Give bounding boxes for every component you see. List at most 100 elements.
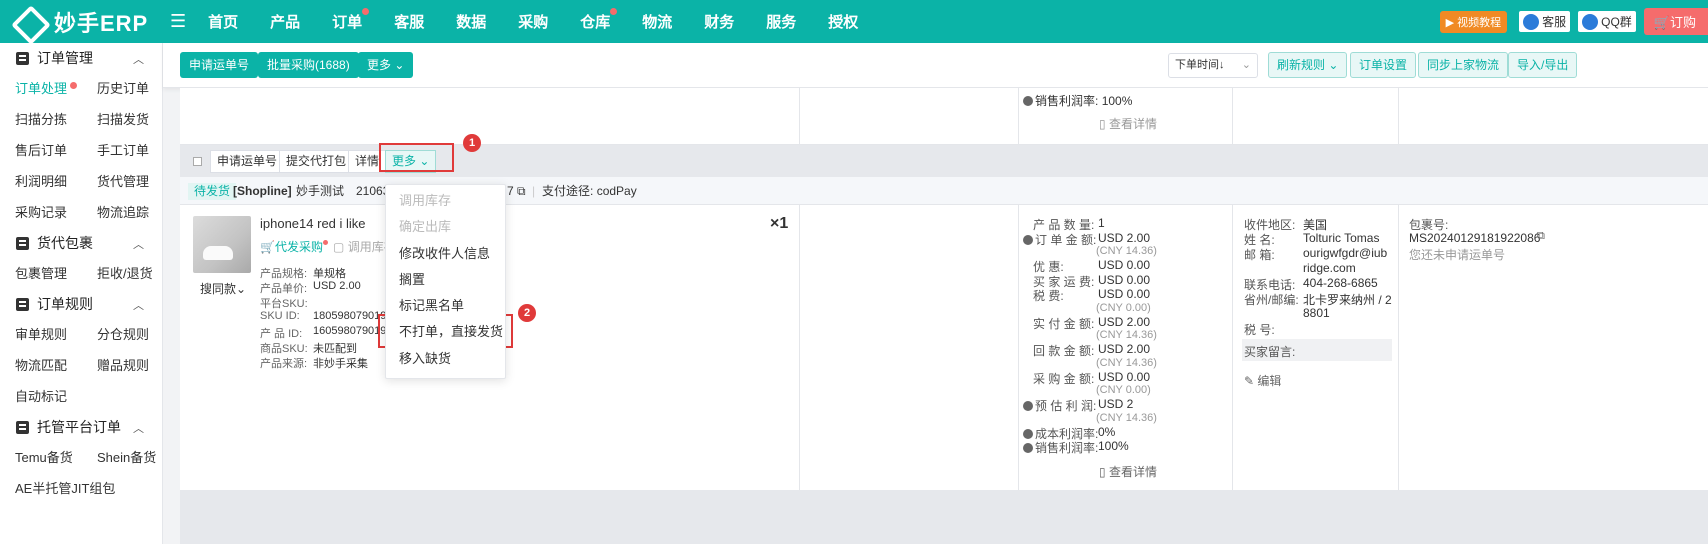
sidebar-section[interactable]: 货代包裹 ︿ [0,228,162,258]
sidebar-item[interactable]: 审单规则 [15,319,97,350]
sidebar-item-label: Shein备货 [97,450,157,465]
nav-item[interactable]: 财务 [704,11,734,32]
sidebar-item[interactable]: 扫描发货 [97,104,162,135]
copy-icon[interactable]: ⧉ [1537,230,1545,243]
sidebar-item[interactable]: 利润明细 [15,166,97,197]
fee-label-text: 回 款 金 额: [1033,344,1095,358]
qq-group-button[interactable]: QQ群 [1578,11,1636,32]
sidebar-item[interactable]: 分仓规则 [97,319,162,350]
view-details-link[interactable]: ▯ 查看详情 [1099,463,1157,480]
sidebar-section-items: 包裹管理 拒收/退货 [0,258,162,289]
state-label: 省州/邮编: [1244,293,1299,307]
sidebar-item[interactable]: AE半托管JIT组包 [15,473,115,504]
video-tutorial-button[interactable]: ▶ 视频教程 [1439,10,1508,33]
dropdown-item[interactable]: 移入缺货 [386,346,505,372]
sidebar-item[interactable]: 售后订单 [15,135,97,166]
sync-logistics-button[interactable]: 同步上家物流 [1418,52,1509,78]
subscribe-button[interactable]: 🛒订购 [1643,8,1708,35]
sort-select[interactable]: 下单时间↓ ⌄ [1168,53,1258,78]
help-circle-icon [1023,96,1033,106]
product-name[interactable]: iphone14 red i like [260,216,366,231]
refresh-rules-button[interactable]: 刷新规则 ⌄ [1268,52,1348,78]
nav-item[interactable]: 物流 [642,11,672,32]
spec-label: 商品SKU: [260,343,308,355]
nav-item[interactable]: 客服 [394,11,424,32]
sidebar-item-label: 扫描分拣 [15,112,68,127]
prev-view-details-link[interactable]: ▯ 查看详情 [1099,115,1157,132]
sidebar-item[interactable]: 物流追踪 [97,197,162,228]
find-same-button[interactable]: 搜同款⌄ [200,280,246,297]
import-export-button[interactable]: 导入/导出 [1508,52,1578,78]
app-root: 妙手ERP ☰ 首页 产品 订单 客服 数据 采购 仓库 物流 财务 服务 授权 ▶ 视频教程 客服… [0,0,1708,544]
fee-value: USD 2.00 [1098,342,1151,356]
cart-icon: 🛒 [1653,15,1670,30]
sidebar-item[interactable]: 采购记录 [15,197,97,228]
qq-penguin-icon [1523,13,1540,30]
prev-margin-row: 销售利润率: 100% [1023,92,1132,109]
payment-label: 支付途径: [542,184,594,198]
copy-icon[interactable]: ⧉ [517,177,526,205]
sidebar-item[interactable]: 货代管理 [97,166,162,197]
subscribe-label: 订购 [1669,15,1696,30]
help-circle-icon [1023,234,1033,245]
nav-item[interactable]: 订单 [332,8,370,32]
fee-label: 预 估 利 润: [1023,397,1096,414]
order-settings-button[interactable]: 订单设置 [1350,52,1417,78]
dropdown-item[interactable]: 标记黑名单 [386,293,505,319]
order-select-checkbox[interactable] [193,157,202,166]
tax-label: 税 号: [1244,323,1275,337]
sidebar-item[interactable]: 物流匹配 [15,350,97,381]
sidebar-item-label: Temu备货 [15,450,73,465]
fee-label: 实 付 金 额: [1033,315,1094,332]
cart-icon: 🛒 [260,240,275,254]
hamburger-menu-icon[interactable]: ☰ [170,11,186,32]
nav-item[interactable]: 授权 [828,11,858,32]
nav-item[interactable]: 采购 [518,11,548,32]
spec-label: 平台SKU: [260,298,308,310]
dropdown-item[interactable]: 不打单，直接发货 [386,319,505,345]
fee-value: 1 [1098,216,1105,230]
sidebar-item[interactable]: 历史订单 [97,73,162,104]
toolbar-more-button[interactable]: 更多 ⌄ [358,52,414,78]
sidebar-section[interactable]: 托管平台订单 ︿ [0,412,162,442]
edit-buyer-button[interactable]: ✎ 编辑 [1244,372,1281,389]
sidebar-item[interactable]: 订单处理 [15,73,97,104]
bulk-purchase-button[interactable]: 批量采购(1688) [258,52,359,78]
sidebar-item[interactable]: Shein备货 [97,442,162,473]
sidebar-section[interactable]: 订单规则 ︿ [0,289,162,319]
email-value: ourigwfgdr@iub [1303,246,1388,260]
nav-item[interactable]: 产品 [270,11,300,32]
sidebar-item[interactable]: 手工订单 [97,135,162,166]
sidebar-item-label: 订单处理 [15,81,68,96]
nav-item[interactable]: 服务 [766,11,796,32]
apply-tracking-button[interactable]: 申请运单号 [180,52,259,78]
sidebar-item[interactable]: 赠品规则 [97,350,162,381]
fee-value: USD 2.00 [1098,314,1151,329]
logo[interactable]: 妙手ERP [14,6,164,38]
sidebar-item[interactable]: 包裹管理 [15,258,97,289]
fee-label: 订 单 金 额: [1023,231,1096,248]
help-circle-icon [1023,443,1033,453]
submit-packing-button[interactable]: 提交代打包 [279,150,354,173]
nav-item[interactable]: 仓库 [580,8,618,32]
fee-value: USD 2.00 [1098,230,1151,245]
sidebar-item[interactable]: 拒收/退货 [97,258,162,289]
dropship-purchase-link[interactable]: 🛒代发采购 [260,238,328,255]
customer-service-button[interactable]: 客服 [1519,11,1571,32]
sort-select-value: 下单时间↓ [1175,59,1225,71]
sidebar-item[interactable]: Temu备货 [15,442,97,473]
nav-item[interactable]: 首页 [208,11,238,32]
apply-tracking-order-button[interactable]: 申请运单号 [210,150,285,173]
sidebar-item-label: 历史订单 [97,81,150,96]
sidebar-section[interactable]: 订单管理 ︿ [0,43,162,73]
sidebar-item-label: 物流匹配 [15,358,68,373]
dropdown-item[interactable]: 搁置 [386,267,505,293]
sidebar-item[interactable]: 扫描分拣 [15,104,97,135]
nav-item[interactable]: 数据 [456,11,486,32]
product-thumbnail[interactable] [193,216,251,273]
dropdown-item[interactable]: 修改收件人信息 [386,241,505,267]
sidebar-item[interactable]: 自动标记 [15,381,97,412]
sidebar-section-title: 托管平台订单 [37,419,121,435]
chevron-down-icon: ⌄ [394,58,405,72]
document-icon: ▯ [1099,117,1106,131]
